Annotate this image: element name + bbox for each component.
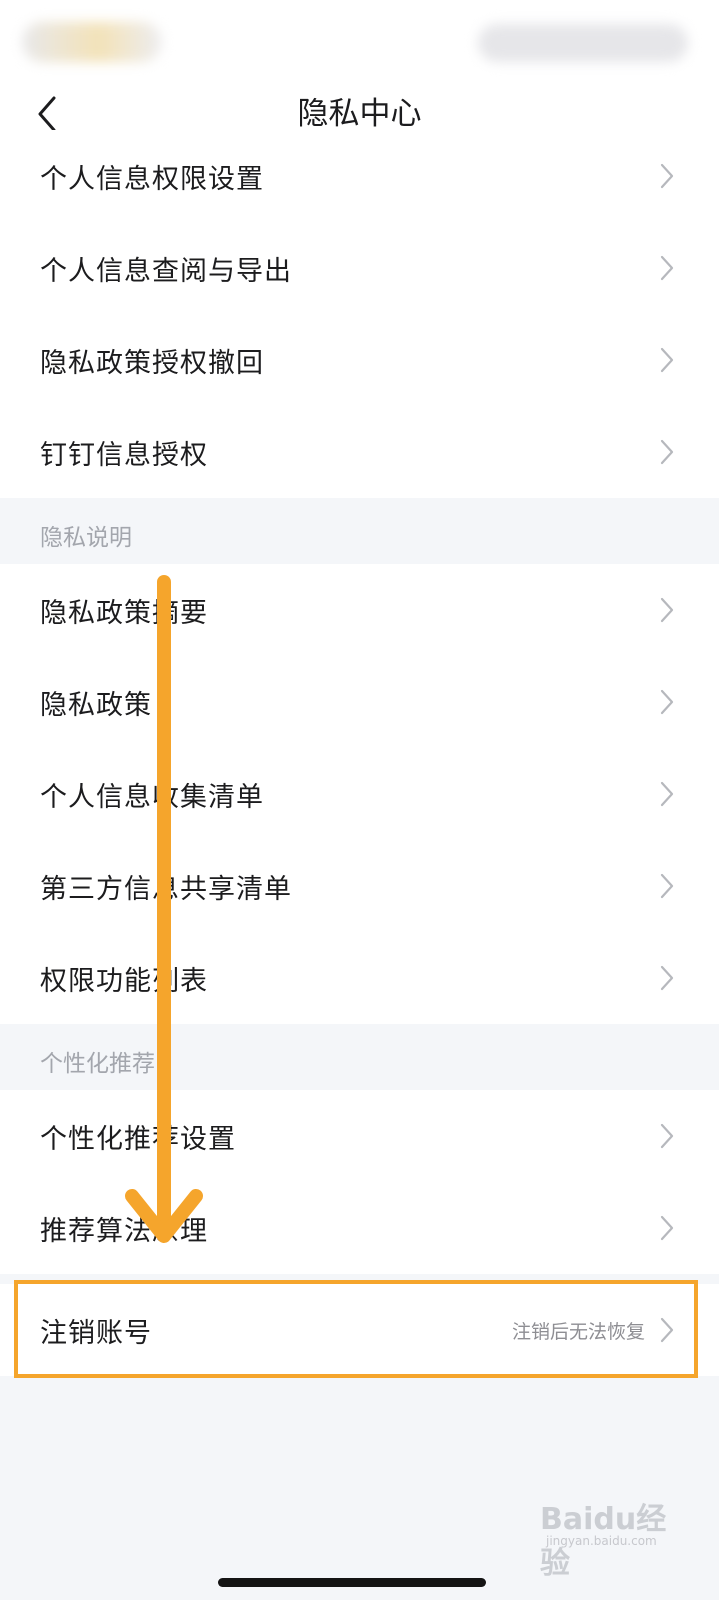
status-bar-right-blur [478,24,688,62]
privacy-notes-group: 隐私政策摘要 隐私政策 个人信息收集清单 第三方信息共享清单 权限功能列表 [0,564,719,1024]
list-item-label: 第三方信息共享清单 [40,873,292,905]
list-item-label: 隐私政策摘要 [40,597,208,629]
list-item-label: 钉钉信息授权 [40,439,208,471]
section-header-personalization: 个性化推荐 [0,1024,719,1090]
chevron-right-icon [660,873,674,899]
list-item-label: 个人信息收集清单 [40,781,264,813]
delete-account-label: 注销账号 [40,1317,152,1349]
home-indicator[interactable] [218,1578,486,1587]
chevron-right-icon [660,597,674,623]
personalization-group: 个性化推荐设置 推荐算法原理 [0,1090,719,1274]
list-item-label: 推荐算法原理 [40,1215,208,1247]
chevron-right-icon [660,689,674,715]
section-header-privacy-notes: 隐私说明 [0,498,719,564]
list-item-policy-summary[interactable]: 隐私政策摘要 [0,564,719,656]
list-item-label: 隐私政策授权撤回 [40,347,264,379]
baidu-jingyan-watermark: Baidu经验 jingyan.baidu.com [540,1488,690,1581]
list-item-label: 隐私政策 [40,689,152,721]
status-bar-left-blur [22,22,162,62]
chevron-right-icon [660,347,674,373]
status-bar [0,0,719,84]
chevron-right-icon [660,1215,674,1241]
account-group: 注销账号 注销后无法恢复 [0,1284,719,1376]
chevron-right-icon [660,965,674,991]
delete-account-row[interactable]: 注销账号 注销后无法恢复 [0,1284,719,1376]
list-item-collection-list[interactable]: 个人信息收集清单 [0,748,719,840]
list-item-revoke-authorization[interactable]: 隐私政策授权撤回 [0,314,719,406]
list-item-dingtalk-authorization[interactable]: 钉钉信息授权 [0,406,719,498]
page-title: 隐私中心 [297,96,422,132]
chevron-right-icon [660,255,674,281]
list-item-recommendation-settings[interactable]: 个性化推荐设置 [0,1090,719,1182]
chevron-right-icon [660,1317,674,1343]
list-item-label: 个性化推荐设置 [40,1123,236,1155]
section-label: 隐私说明 [40,525,132,551]
chevron-right-icon [660,439,674,465]
list-item-algorithm-principle[interactable]: 推荐算法原理 [0,1182,719,1274]
watermark-sub: jingyan.baidu.com [546,1534,657,1548]
list-item-view-export[interactable]: 个人信息查阅与导出 [0,222,719,314]
settings-group: 个人信息权限设置 个人信息查阅与导出 隐私政策授权撤回 钉钉信息授权 [0,130,719,498]
chevron-right-icon [660,163,674,189]
list-item-permission-settings[interactable]: 个人信息权限设置 [0,130,719,222]
delete-account-warning: 注销后无法恢复 [511,1320,645,1343]
list-item-label: 个人信息权限设置 [40,163,264,195]
section-label: 个性化推荐 [40,1051,155,1077]
list-item-label: 个人信息查阅与导出 [40,255,292,287]
list-item-third-party-sharing[interactable]: 第三方信息共享清单 [0,840,719,932]
list-item-label: 权限功能列表 [40,965,208,997]
list-item-privacy-policy[interactable]: 隐私政策 [0,656,719,748]
chevron-right-icon [660,781,674,807]
chevron-right-icon [660,1123,674,1149]
list-item-permission-functions[interactable]: 权限功能列表 [0,932,719,1024]
